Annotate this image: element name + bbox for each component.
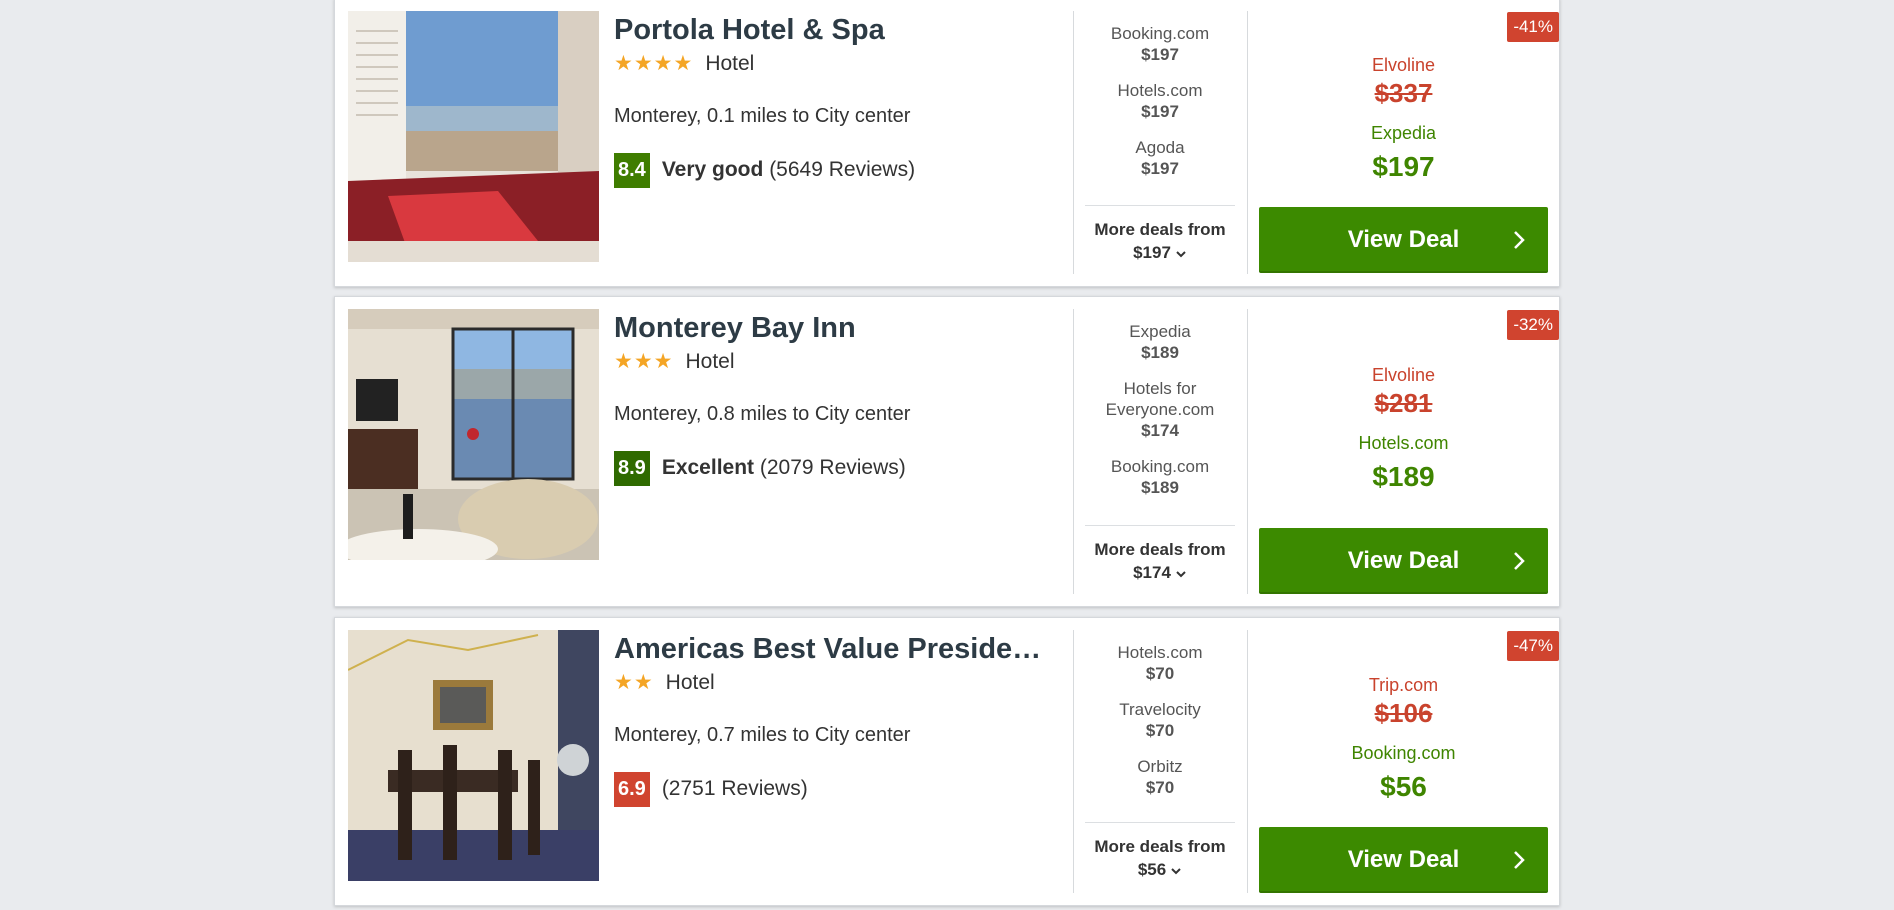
- more-deals-label: More deals from: [1094, 540, 1226, 559]
- hotel-name[interactable]: Portola Hotel & Spa: [614, 11, 1079, 49]
- provider-item[interactable]: Travelocity $70: [1085, 699, 1235, 742]
- best-deal-site: Hotels.com: [1358, 433, 1449, 453]
- divider: [1247, 11, 1248, 274]
- provider-item[interactable]: Agoda $197: [1085, 137, 1235, 180]
- hotel-card: Portola Hotel & Spa ★★★★ Hotel Monterey,…: [334, 0, 1560, 287]
- hotel-name[interactable]: Monterey Bay Inn: [614, 309, 1079, 347]
- provider-list: Booking.com $197 Hotels.com $197 Agoda $…: [1085, 23, 1235, 194]
- original-price: $281: [1374, 388, 1433, 418]
- divider: [1073, 630, 1074, 893]
- more-deals-price: $56: [1137, 860, 1167, 879]
- chevron-right-icon: [1514, 231, 1525, 249]
- discount-badge: -47%: [1507, 631, 1559, 661]
- hotel-photo[interactable]: [348, 630, 599, 881]
- view-deal-button[interactable]: View Deal: [1259, 528, 1548, 594]
- more-deals-price: $174: [1133, 563, 1171, 582]
- best-deal-price: $189: [1372, 461, 1435, 492]
- chevron-down-icon: [1176, 250, 1186, 257]
- best-deal-price: $197: [1372, 151, 1435, 182]
- review-count[interactable]: (2079 Reviews): [760, 456, 906, 479]
- divider: [1247, 630, 1248, 893]
- divider: [1073, 309, 1074, 594]
- deal-summary: Elvoline $337 Expedia $197: [1259, 53, 1548, 185]
- divider: [1247, 309, 1248, 594]
- chevron-right-icon: [1514, 851, 1525, 869]
- best-deal-price: $56: [1380, 771, 1427, 802]
- review-count[interactable]: (5649 Reviews): [769, 158, 915, 181]
- more-deals-label: More deals from: [1094, 220, 1226, 239]
- deal-summary: Elvoline $281 Hotels.com $189: [1259, 363, 1548, 495]
- deal-summary: Trip.com $106 Booking.com $56: [1259, 673, 1548, 805]
- hotel-card: Monterey Bay Inn ★★★ Hotel Monterey, 0.8…: [334, 296, 1560, 607]
- more-deals-button[interactable]: More deals from $197: [1085, 205, 1235, 264]
- review-score-badge: 8.4: [614, 152, 650, 188]
- hotel-name[interactable]: Americas Best Value Preside…: [614, 630, 1079, 668]
- star-rating-icon: ★★: [614, 671, 654, 694]
- original-site: Elvoline: [1371, 55, 1436, 75]
- discount-badge: -32%: [1507, 310, 1559, 340]
- provider-item[interactable]: Hotels.com $197: [1085, 80, 1235, 123]
- provider-item[interactable]: Booking.com $189: [1085, 456, 1235, 499]
- property-type: Hotel: [665, 671, 715, 694]
- chevron-down-icon: [1176, 570, 1186, 577]
- star-rating-icon: ★★★★: [614, 52, 694, 75]
- divider: [1073, 11, 1074, 274]
- property-type: Hotel: [685, 350, 735, 373]
- more-deals-label: More deals from: [1094, 837, 1226, 856]
- review-score-badge: 8.9: [614, 450, 650, 486]
- discount-badge: -41%: [1507, 12, 1559, 42]
- view-deal-button[interactable]: View Deal: [1259, 207, 1548, 273]
- rating-label: Excellent: [661, 456, 755, 479]
- hotel-photo[interactable]: [348, 309, 599, 560]
- view-deal-label: View Deal: [1347, 226, 1460, 253]
- view-deal-button[interactable]: View Deal: [1259, 827, 1548, 893]
- star-rating-icon: ★★★: [614, 350, 674, 373]
- provider-item[interactable]: Hotels.com $70: [1085, 642, 1235, 685]
- chevron-right-icon: [1514, 552, 1525, 570]
- original-price: $337: [1374, 78, 1433, 108]
- view-deal-label: View Deal: [1347, 846, 1460, 873]
- provider-item[interactable]: Expedia $189: [1085, 321, 1235, 364]
- rating-label: Very good: [661, 158, 764, 181]
- provider-item[interactable]: Orbitz $70: [1085, 756, 1235, 799]
- more-deals-price: $197: [1133, 243, 1171, 262]
- original-site: Elvoline: [1371, 365, 1436, 385]
- review-score-badge: 6.9: [614, 771, 650, 807]
- original-price: $106: [1374, 698, 1433, 728]
- more-deals-button[interactable]: More deals from $174: [1085, 525, 1235, 584]
- original-site: Trip.com: [1368, 675, 1439, 695]
- best-deal-site: Expedia: [1370, 123, 1437, 143]
- provider-list: Hotels.com $70 Travelocity $70 Orbitz $7…: [1085, 642, 1235, 813]
- provider-item[interactable]: Hotels for Everyone.com $174: [1085, 378, 1235, 442]
- hotel-card: Americas Best Value Preside… ★★ Hotel Mo…: [334, 617, 1560, 906]
- best-deal-site: Booking.com: [1351, 743, 1456, 763]
- provider-item[interactable]: Booking.com $197: [1085, 23, 1235, 66]
- provider-list: Expedia $189 Hotels for Everyone.com $17…: [1085, 321, 1235, 513]
- review-count[interactable]: (2751 Reviews): [662, 777, 808, 800]
- chevron-down-icon: [1171, 867, 1181, 874]
- more-deals-button[interactable]: More deals from $56: [1085, 822, 1235, 881]
- property-type: Hotel: [705, 52, 755, 75]
- hotel-photo[interactable]: [348, 11, 599, 262]
- view-deal-label: View Deal: [1347, 547, 1460, 574]
